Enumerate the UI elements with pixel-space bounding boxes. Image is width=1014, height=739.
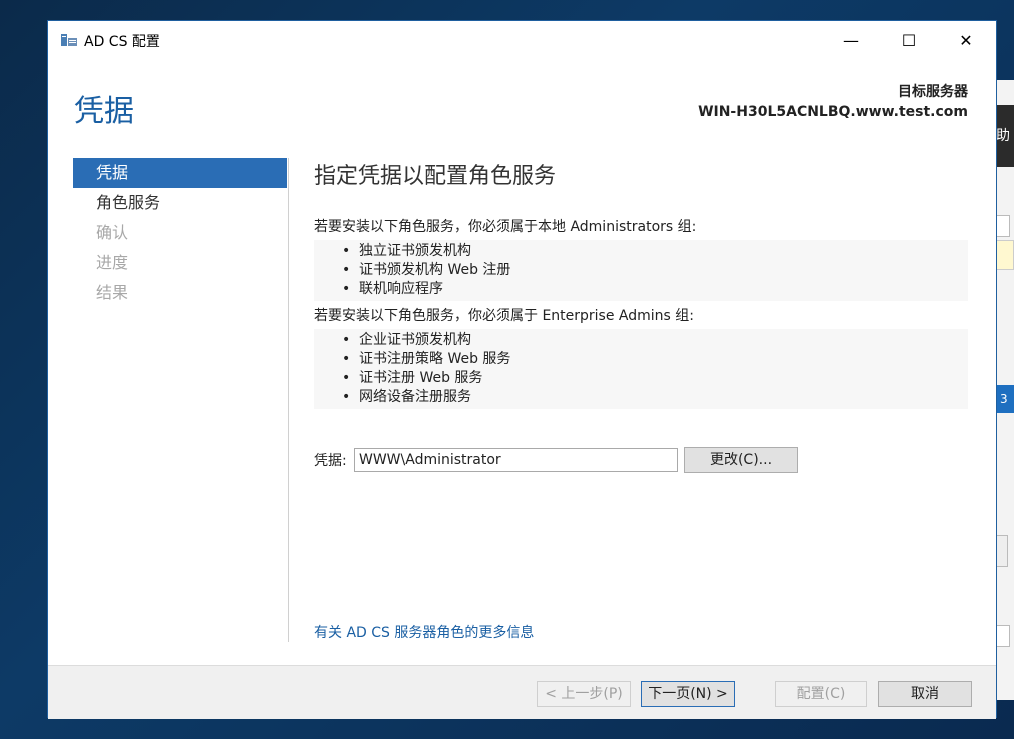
nav-divider bbox=[288, 158, 289, 642]
close-button[interactable]: ✕ bbox=[943, 21, 989, 60]
background-notice bbox=[996, 240, 1014, 270]
list-item: 企业证书颁发机构 bbox=[314, 331, 968, 350]
credential-field[interactable]: WWW\Administrator bbox=[354, 448, 678, 472]
background-toolbar: 助 bbox=[996, 105, 1014, 167]
target-server-name: WIN-H30L5ACNLBQ.www.test.com bbox=[698, 104, 968, 120]
nav-item-progress: 进度 bbox=[96, 253, 129, 272]
change-credential-button[interactable]: 更改(C)... bbox=[684, 447, 798, 473]
main-panel: 指定凭据以配置角色服务 若要安装以下角色服务，你必须属于本地 Administr… bbox=[314, 158, 968, 409]
minimize-button[interactable]: — bbox=[828, 21, 874, 60]
list-item: 联机响应程序 bbox=[314, 280, 968, 299]
wizard-nav: 凭据 角色服务 确认 进度 结果 bbox=[73, 158, 287, 308]
background-field bbox=[996, 215, 1010, 237]
maximize-button[interactable]: ☐ bbox=[886, 21, 932, 60]
wizard-content: 凭据 目标服务器 WIN-H30L5ACNLBQ.www.test.com 凭据… bbox=[48, 60, 996, 665]
background-tab: 3 bbox=[996, 385, 1014, 413]
background-field-2 bbox=[996, 625, 1010, 647]
background-scrollbar bbox=[996, 535, 1008, 567]
configure-button[interactable]: 配置(C) bbox=[775, 681, 867, 707]
list-item: 证书注册 Web 服务 bbox=[314, 369, 968, 388]
list-item: 网络设备注册服务 bbox=[314, 388, 968, 407]
nav-item-credentials[interactable]: 凭据 bbox=[73, 158, 287, 188]
previous-button[interactable]: < 上一步(P) bbox=[537, 681, 631, 707]
credential-label: 凭据: bbox=[314, 453, 347, 469]
local-admin-text: 若要安装以下角色服务，你必须属于本地 Administrators 组: bbox=[314, 219, 697, 235]
enterprise-admin-text: 若要安装以下角色服务，你必须属于 Enterprise Admins 组: bbox=[314, 308, 694, 324]
window-title: AD CS 配置 bbox=[84, 34, 160, 50]
page-title: 凭据 bbox=[74, 94, 134, 129]
list-item: 独立证书颁发机构 bbox=[314, 242, 968, 261]
background-window: 助 3 bbox=[996, 80, 1014, 700]
nav-item-results: 结果 bbox=[96, 283, 129, 302]
target-server-label: 目标服务器 bbox=[898, 84, 968, 100]
local-admin-service-list: 独立证书颁发机构 证书颁发机构 Web 注册 联机响应程序 bbox=[314, 240, 968, 301]
list-item: 证书注册策略 Web 服务 bbox=[314, 350, 968, 369]
wizard-footer: < 上一步(P) 下一页(N) > 配置(C) 取消 bbox=[48, 665, 996, 719]
credential-row: 凭据: WWW\Administrator 更改(C)... bbox=[314, 446, 798, 474]
next-button[interactable]: 下一页(N) > bbox=[641, 681, 735, 707]
enterprise-admin-service-list: 企业证书颁发机构 证书注册策略 Web 服务 证书注册 Web 服务 网络设备注… bbox=[314, 329, 968, 409]
cancel-button[interactable]: 取消 bbox=[878, 681, 972, 707]
section-heading: 指定凭据以配置角色服务 bbox=[314, 164, 557, 189]
title-bar: AD CS 配置 — ☐ ✕ bbox=[48, 21, 996, 60]
list-item: 证书颁发机构 Web 注册 bbox=[314, 261, 968, 280]
nav-item-confirmation: 确认 bbox=[96, 223, 129, 242]
server-config-icon bbox=[61, 34, 77, 46]
ad-cs-config-window: AD CS 配置 — ☐ ✕ 凭据 目标服务器 WIN-H30L5ACNLBQ.… bbox=[47, 20, 997, 719]
nav-item-role-services[interactable]: 角色服务 bbox=[73, 188, 287, 218]
more-info-link[interactable]: 有关 AD CS 服务器角色的更多信息 bbox=[314, 622, 534, 642]
